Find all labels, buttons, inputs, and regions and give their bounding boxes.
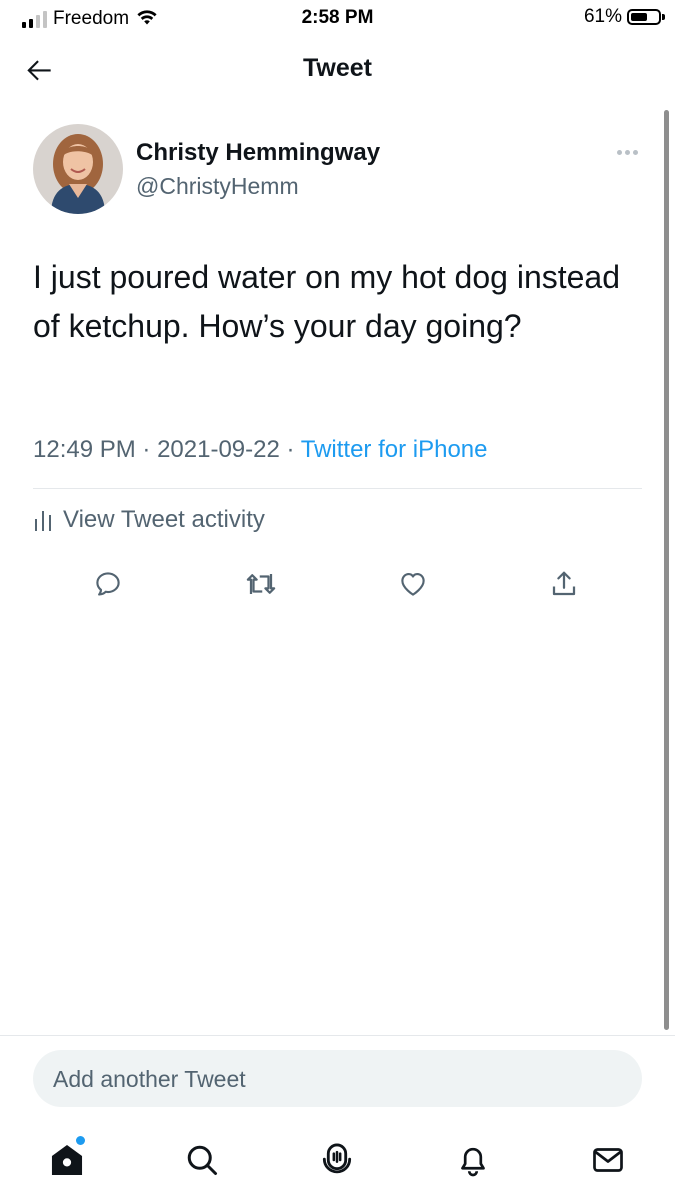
meta-separator: · bbox=[142, 436, 151, 463]
tweet-text: I just poured water on my hot dog instea… bbox=[33, 259, 621, 344]
home-icon bbox=[51, 1144, 83, 1176]
share-icon bbox=[552, 571, 576, 596]
view-tweet-activity-button[interactable]: View Tweet activity bbox=[33, 506, 265, 534]
search-icon bbox=[187, 1145, 217, 1175]
author-name[interactable]: Christy Hemmingway bbox=[136, 139, 380, 167]
compose-placeholder: Add another Tweet bbox=[53, 1066, 246, 1092]
tab-messages[interactable] bbox=[586, 1138, 630, 1182]
tweet-date: 2021-09-22 bbox=[157, 436, 280, 463]
meta-separator: · bbox=[286, 436, 295, 463]
more-dot bbox=[624, 149, 630, 155]
status-bar: Freedom 2:58 PM 61% bbox=[0, 0, 675, 36]
more-options-button[interactable] bbox=[612, 142, 642, 162]
add-another-tweet-input[interactable]: Add another Tweet bbox=[33, 1050, 642, 1107]
battery-tip bbox=[662, 14, 665, 20]
share-button[interactable] bbox=[546, 566, 582, 602]
retweet-icon bbox=[246, 574, 276, 594]
battery-icon bbox=[627, 9, 661, 25]
reply-icon bbox=[96, 572, 120, 596]
status-time: 2:58 PM bbox=[301, 7, 374, 28]
profile-photo bbox=[33, 124, 123, 214]
bar-chart-icon bbox=[35, 511, 51, 531]
top-header: Tweet bbox=[0, 40, 675, 98]
notifications-icon bbox=[461, 1147, 485, 1177]
like-button[interactable] bbox=[395, 566, 431, 602]
spaces-icon bbox=[322, 1143, 352, 1174]
more-dot bbox=[616, 149, 622, 155]
tab-notifications[interactable] bbox=[451, 1138, 495, 1182]
activity-label: View Tweet activity bbox=[63, 506, 265, 533]
retweet-button[interactable] bbox=[243, 566, 279, 602]
tab-home[interactable] bbox=[45, 1136, 89, 1182]
tweet-source-link[interactable]: Twitter for iPhone bbox=[301, 436, 488, 463]
notification-dot bbox=[76, 1136, 85, 1145]
scrollbar[interactable] bbox=[664, 110, 669, 1030]
battery-level-fill bbox=[631, 13, 647, 21]
messages-icon bbox=[593, 1148, 623, 1172]
page-title: Tweet bbox=[303, 54, 372, 82]
author-handle[interactable]: @ChristyHemm bbox=[136, 173, 299, 200]
heart-icon bbox=[401, 572, 425, 596]
avatar[interactable] bbox=[33, 124, 123, 214]
tab-spaces[interactable] bbox=[315, 1138, 359, 1182]
bottom-tab-bar bbox=[0, 1130, 675, 1190]
tweet-time: 12:49 PM bbox=[33, 436, 136, 463]
divider bbox=[33, 488, 642, 489]
tab-search[interactable] bbox=[180, 1138, 224, 1182]
battery-percent: 61% bbox=[583, 6, 622, 27]
divider bbox=[0, 1035, 675, 1036]
reply-button[interactable] bbox=[90, 566, 126, 602]
more-dot bbox=[632, 149, 638, 155]
tweet-metadata: 12:49 PM · 2021-09-22 · Twitter for iPho… bbox=[33, 436, 488, 464]
status-right: 61% bbox=[584, 6, 665, 28]
